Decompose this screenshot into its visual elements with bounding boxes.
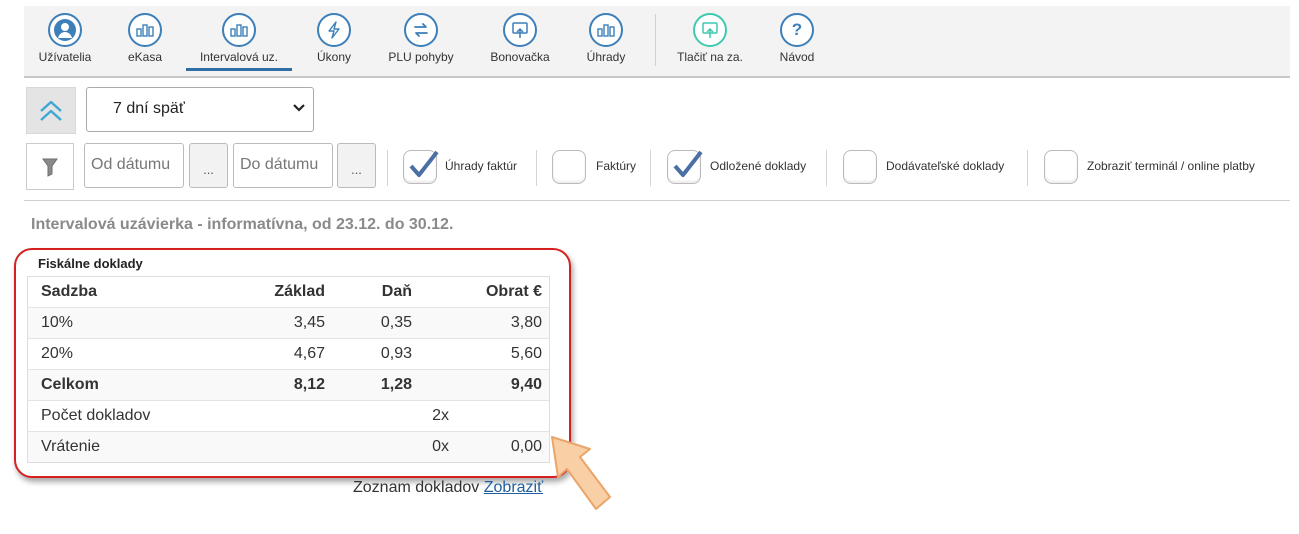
toolbar-item-label: Úhrady	[586, 50, 626, 64]
divider	[536, 150, 537, 186]
docs-list-label: Zoznam dokladov	[353, 479, 480, 496]
user-icon	[48, 13, 82, 47]
doc-count-value: 2x	[432, 407, 449, 424]
report-title: Intervalová uzávierka - informatívna, od…	[31, 216, 454, 233]
cell-rate: 10%	[27, 307, 166, 339]
main-toolbar: Užívatelia eKasa Intervalová uz. Úkony P…	[24, 6, 1290, 78]
toolbar-item-ekasa[interactable]: eKasa	[112, 6, 178, 76]
refunds-count-value: 0x	[432, 438, 449, 455]
toolbar-item-label: Návod	[779, 50, 815, 64]
cell-total-turnover: 9,40	[419, 369, 550, 401]
table-row-doc-count: Počet dokladov 2x	[27, 400, 550, 432]
toolbar-item-users[interactable]: Užívatelia	[24, 6, 106, 76]
checkbox-label: Dodávateľské doklady	[886, 159, 1005, 173]
chevron-down-icon	[293, 104, 305, 112]
checkbox-invoices[interactable]	[552, 150, 586, 184]
toolbar-item-help[interactable]: ? Návod	[768, 6, 826, 76]
checkmark-icon	[409, 150, 439, 177]
table-row: 20% 4,67 0,93 5,60	[27, 338, 550, 370]
toolbar-separator	[655, 14, 656, 66]
checkbox-label: Úhrady faktúr	[445, 159, 518, 173]
docs-list-line: Zoznam dokladov Zobraziť	[353, 479, 543, 497]
monitor-upload-icon	[693, 13, 727, 47]
date-from-placeholder: Od dátumu	[91, 156, 171, 173]
toolbar-item-label: eKasa	[127, 50, 163, 64]
column-header-turnover: Obrat €	[419, 276, 550, 308]
bolt-icon	[317, 13, 351, 47]
bar-chart-icon	[589, 13, 623, 47]
column-header-rate: Sadzba	[27, 276, 166, 308]
filters-divider	[24, 200, 1290, 201]
collapse-filters-button[interactable]	[26, 87, 76, 134]
section-title: Fiskálne doklady	[38, 256, 143, 271]
pointer-arrow-icon	[551, 436, 611, 510]
filter-button[interactable]	[26, 143, 74, 190]
table-total-row: Celkom 8,12 1,28 9,40	[27, 369, 550, 401]
toolbar-item-label: Bonovačka	[490, 50, 550, 64]
table-row-refunds: Vrátenie 0x 0,00	[27, 431, 550, 463]
cell-base: 3,45	[166, 307, 332, 339]
swap-arrows-icon	[404, 13, 438, 47]
period-select[interactable]: 7 dní späť	[86, 87, 314, 132]
cell-doc-count: 2x	[332, 400, 449, 432]
date-from-input[interactable]: Od dátumu	[84, 143, 184, 188]
cell-turnover: 3,80	[419, 307, 550, 339]
toolbar-item-plu-moves[interactable]: PLU pohyby	[380, 6, 462, 76]
checkbox-terminal-payments[interactable]	[1044, 150, 1078, 184]
toolbar-item-actions[interactable]: Úkony	[304, 6, 364, 76]
checkmark-icon	[673, 150, 703, 177]
checkbox-supplier-docs[interactable]	[843, 150, 877, 184]
show-docs-link[interactable]: Zobraziť	[484, 479, 543, 496]
cell-tax: 0,93	[332, 338, 419, 370]
table-header-row: Sadzba Základ Daň Obrat €	[27, 276, 550, 308]
period-select-value: 7 dní späť	[113, 100, 185, 117]
date-to-picker-button[interactable]: ...	[337, 143, 376, 188]
toolbar-item-print[interactable]: Tlačiť na za.	[670, 6, 750, 76]
cell-rate: 20%	[27, 338, 166, 370]
toolbar-item-label: Tlačiť na za.	[677, 50, 743, 64]
double-chevron-up-icon	[40, 100, 62, 121]
cell-refunds-count: 0x	[332, 431, 449, 463]
bar-chart-icon	[222, 13, 256, 47]
toolbar-item-interval[interactable]: Intervalová uz.	[186, 6, 292, 76]
cell-tax: 0,35	[332, 307, 419, 339]
checkbox-label: Odložené doklady	[710, 159, 807, 173]
cell-total-tax: 1,28	[332, 369, 419, 401]
divider	[826, 150, 827, 186]
toolbar-item-label: Intervalová uz.	[199, 50, 279, 64]
toolbar-item-payments[interactable]: Úhrady	[578, 6, 634, 76]
toolbar-item-label: PLU pohyby	[388, 50, 454, 64]
cell-doc-count-label: Počet dokladov	[27, 400, 332, 432]
fiscal-docs-table: Sadzba Základ Daň Obrat € 10% 3,45 0,35 …	[27, 276, 550, 463]
divider	[387, 150, 388, 186]
date-to-placeholder: Do dátumu	[240, 156, 319, 173]
cell-total-base: 8,12	[166, 369, 332, 401]
column-header-base: Základ	[166, 276, 332, 308]
divider	[1027, 150, 1028, 186]
date-from-picker-button[interactable]: ...	[189, 143, 228, 188]
table-row: 10% 3,45 0,35 3,80	[27, 307, 550, 339]
checkbox-invoice-payments[interactable]	[403, 150, 439, 184]
question-icon: ?	[780, 13, 814, 47]
monitor-upload-icon	[503, 13, 537, 47]
cell-base: 4,67	[166, 338, 332, 370]
toolbar-item-label: Úkony	[316, 50, 351, 64]
checkbox-label: Faktúry	[596, 159, 637, 173]
toolbar-item-label: Užívatelia	[38, 50, 92, 64]
bar-chart-icon	[128, 13, 162, 47]
cell-refunds-label: Vrátenie	[27, 431, 332, 463]
active-tab-indicator	[186, 68, 292, 71]
date-to-input[interactable]: Do dátumu	[233, 143, 333, 188]
divider	[650, 150, 651, 186]
column-header-tax: Daň	[332, 276, 419, 308]
funnel-icon	[42, 158, 58, 177]
cell-total-label: Celkom	[27, 369, 166, 401]
cell-turnover: 5,60	[419, 338, 550, 370]
toolbar-item-bonovacka[interactable]: Bonovačka	[480, 6, 560, 76]
checkbox-label: Zobraziť terminál / online platby	[1087, 159, 1255, 173]
checkbox-deferred-docs[interactable]	[667, 150, 703, 184]
